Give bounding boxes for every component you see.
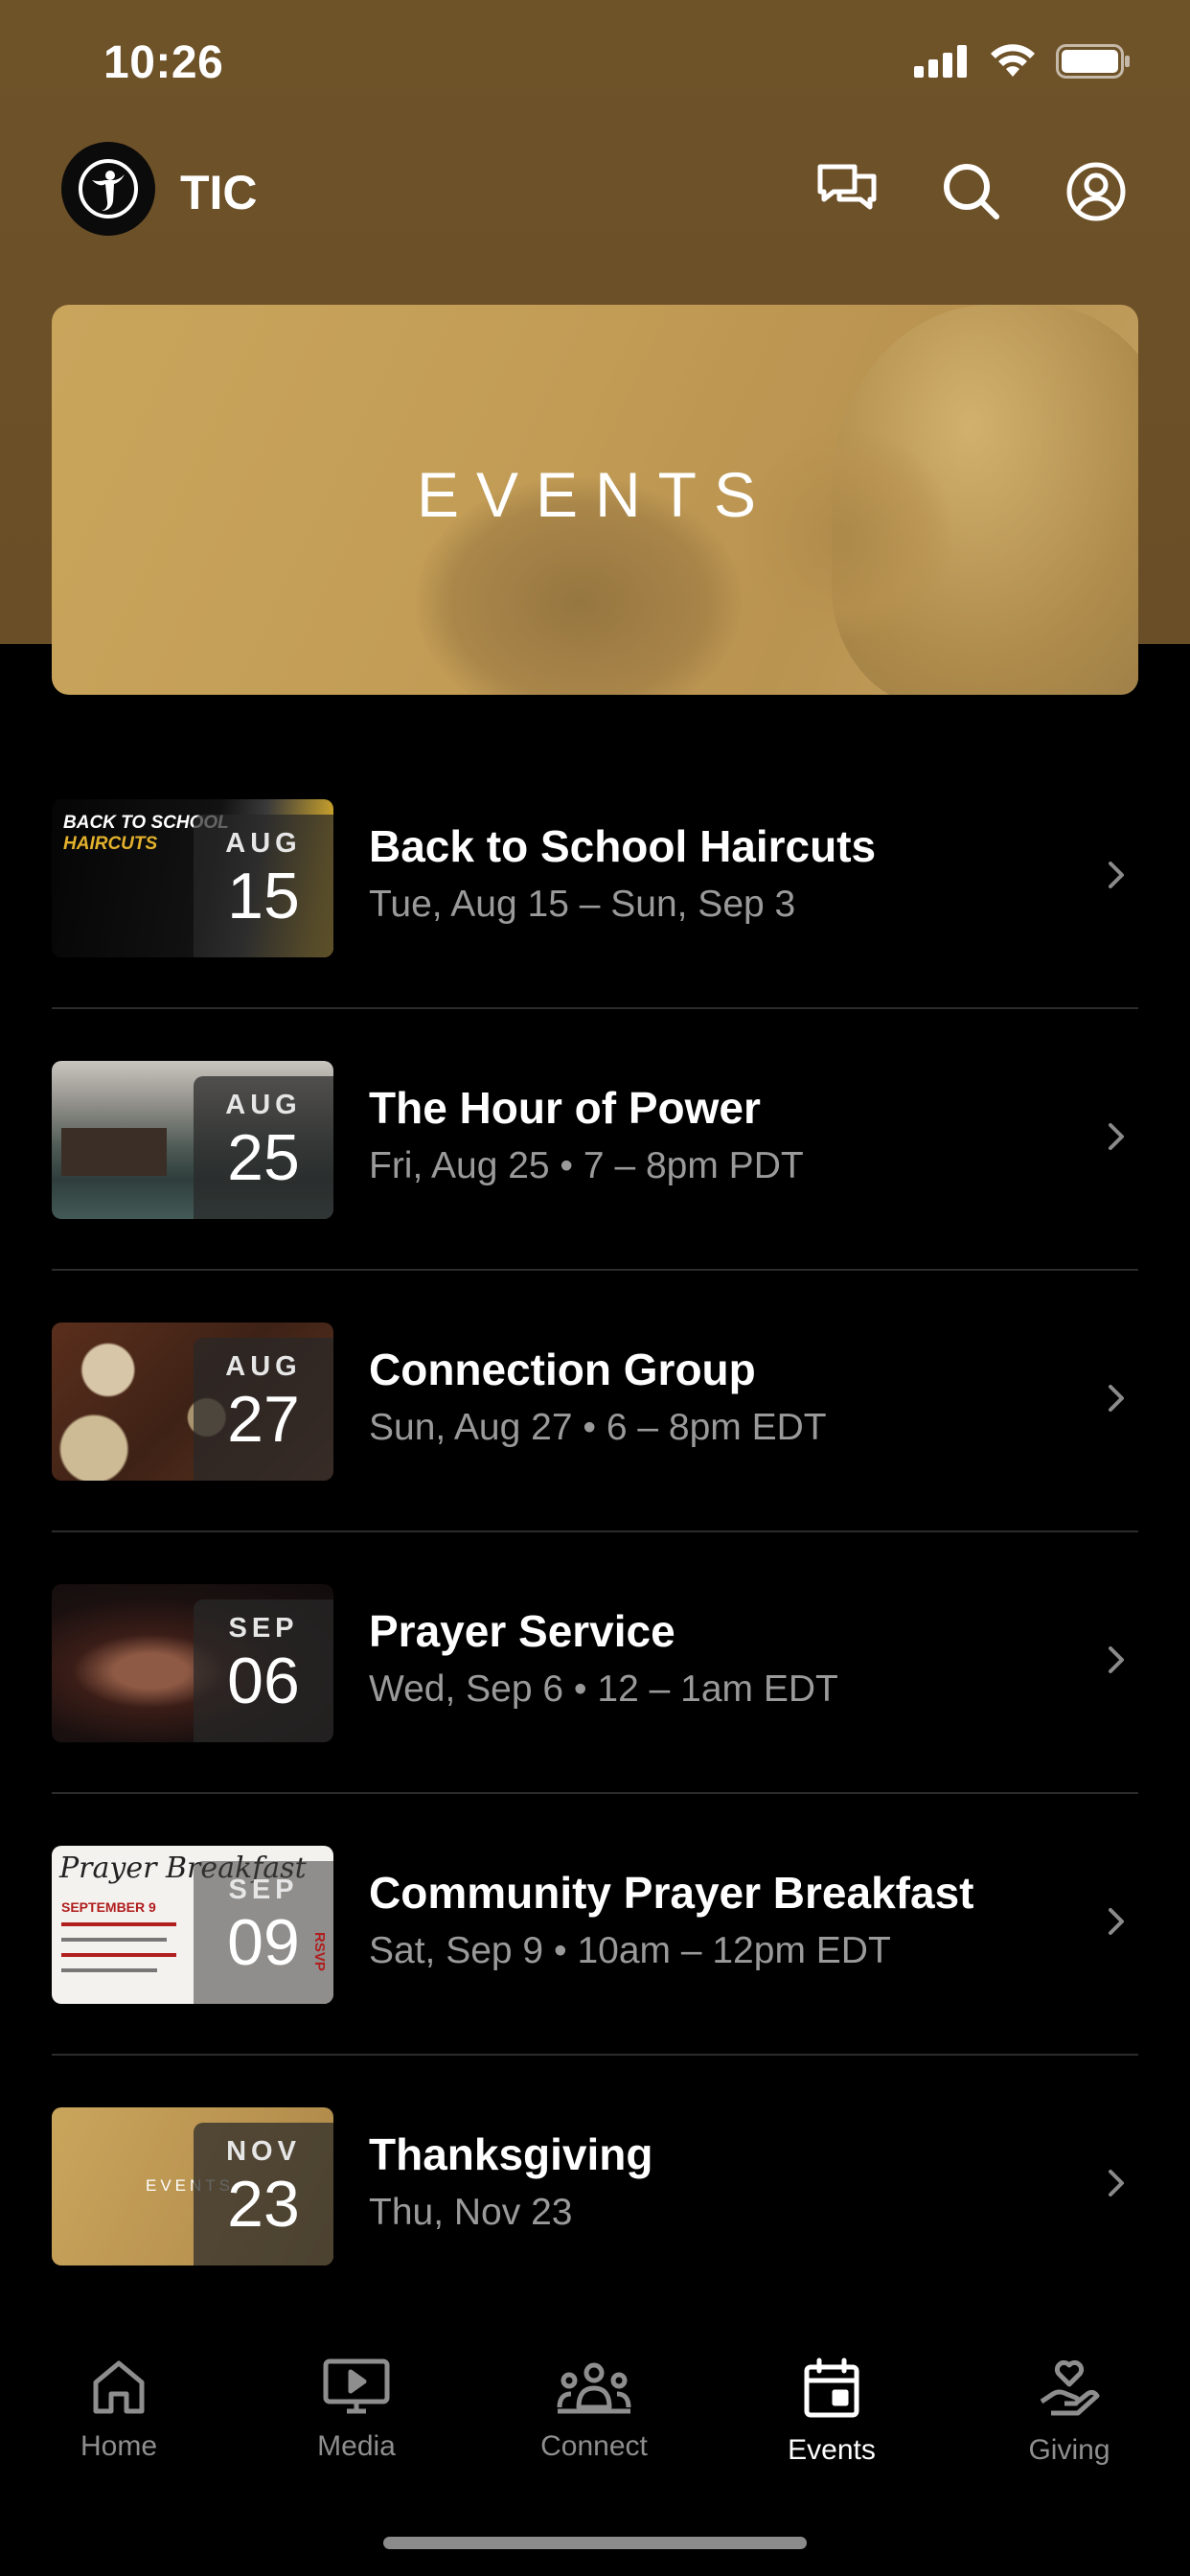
event-row[interactable]: Prayer Breakfast SEPTEMBER 9 SEP 09 RSVP… xyxy=(52,1794,1138,2056)
banner-title: EVENTS xyxy=(416,458,774,530)
chevron-right-icon xyxy=(1109,2170,1124,2196)
badge-month: NOV xyxy=(226,2136,301,2167)
event-title: Community Prayer Breakfast xyxy=(369,1868,974,1918)
event-row[interactable]: SEP 06 Prayer Service Wed, Sep 6 • 12 – … xyxy=(52,1532,1138,1794)
chevron-right-icon xyxy=(1109,1646,1124,1673)
event-thumbnail: BACK TO SCHOOL HAIRCUTS AUG 15 xyxy=(52,799,333,957)
date-badge: AUG 25 xyxy=(194,1076,333,1219)
logo-icon[interactable] xyxy=(61,142,155,236)
badge-month: AUG xyxy=(225,1351,302,1382)
media-icon xyxy=(323,2358,390,2414)
badge-day: 25 xyxy=(227,1121,300,1194)
date-badge: NOV 23 xyxy=(194,2123,333,2266)
event-title: Back to School Haircuts xyxy=(369,821,877,871)
event-title: Connection Group xyxy=(369,1345,756,1394)
event-text: Connection Group Sun, Aug 27 • 6 – 8pm E… xyxy=(369,1344,1078,1449)
status-time: 10:26 xyxy=(103,37,224,88)
status-icons xyxy=(914,44,1131,79)
tab-giving[interactable]: Giving xyxy=(973,2358,1165,2467)
event-date: Fri, Aug 25 • 7 – 8pm PDT xyxy=(369,1145,804,1186)
profile-icon[interactable] xyxy=(1052,148,1140,236)
home-indicator xyxy=(383,2537,807,2549)
event-text: Community Prayer Breakfast Sat, Sep 9 • … xyxy=(369,1867,1078,1972)
event-title: The Hour of Power xyxy=(369,1083,761,1133)
tab-label: Media xyxy=(317,2430,396,2462)
app-header: TIC xyxy=(0,134,1190,249)
connect-icon xyxy=(557,2362,631,2414)
date-badge: AUG 15 xyxy=(194,815,333,957)
badge-day: 27 xyxy=(227,1383,300,1456)
event-title: Thanksgiving xyxy=(369,2129,653,2179)
event-row[interactable]: BACK TO SCHOOL HAIRCUTS AUG 15 Back to S… xyxy=(52,748,1138,1009)
badge-day: 15 xyxy=(227,860,300,932)
event-thumbnail: SEP 06 xyxy=(52,1584,333,1742)
event-text: The Hour of Power Fri, Aug 25 • 7 – 8pm … xyxy=(369,1082,1078,1187)
badge-month: SEP xyxy=(228,1613,299,1644)
search-icon[interactable] xyxy=(927,148,1016,236)
battery-icon xyxy=(1056,44,1130,79)
events-list: BACK TO SCHOOL HAIRCUTS AUG 15 Back to S… xyxy=(52,748,1138,2317)
chevron-right-icon xyxy=(1109,1123,1124,1150)
event-row[interactable]: AUG 25 The Hour of Power Fri, Aug 25 • 7… xyxy=(52,1009,1138,1271)
app-name: TIC xyxy=(180,166,258,219)
event-thumbnail: Prayer Breakfast SEPTEMBER 9 SEP 09 RSVP xyxy=(52,1846,333,2004)
tab-label: Giving xyxy=(1028,2434,1110,2466)
date-badge: SEP 06 xyxy=(194,1599,333,1742)
chevron-right-icon xyxy=(1109,1908,1124,1935)
badge-day: 09 xyxy=(227,1906,300,1979)
event-date: Wed, Sep 6 • 12 – 1am EDT xyxy=(369,1668,838,1710)
date-badge: AUG 27 xyxy=(194,1338,333,1481)
event-title: Prayer Service xyxy=(369,1606,675,1656)
tab-label: Home xyxy=(80,2430,158,2462)
tab-home[interactable]: Home xyxy=(23,2358,215,2463)
badge-day: 23 xyxy=(227,2168,300,2241)
home-icon xyxy=(93,2360,145,2414)
tab-label: Connect xyxy=(540,2430,648,2462)
chevron-right-icon xyxy=(1109,1385,1124,1412)
giving-icon xyxy=(1040,2359,1100,2416)
event-date: Thu, Nov 23 xyxy=(369,2192,573,2233)
badge-month: SEP xyxy=(228,1874,299,1905)
event-row[interactable]: AUG 27 Connection Group Sun, Aug 27 • 6 … xyxy=(52,1271,1138,1532)
events-banner: EVENTS xyxy=(52,305,1138,695)
chevron-right-icon xyxy=(1109,862,1124,888)
status-bar: 10:26 xyxy=(0,0,1190,134)
badge-month: AUG xyxy=(225,1090,302,1120)
event-date: Sat, Sep 9 • 10am – 12pm EDT xyxy=(369,1930,891,1971)
signal-icon xyxy=(914,45,967,78)
badge-month: AUG xyxy=(225,828,302,859)
thumb-text: RSVP xyxy=(311,1932,328,1971)
event-thumbnail: AUG 25 xyxy=(52,1061,333,1219)
chat-icon[interactable] xyxy=(803,148,891,236)
event-thumbnail: EVENTS NOV 23 xyxy=(52,2107,333,2266)
wifi-icon xyxy=(991,44,1035,77)
event-text: Thanksgiving Thu, Nov 23 xyxy=(369,2128,1078,2234)
event-text: Back to School Haircuts Tue, Aug 15 – Su… xyxy=(369,820,1078,926)
event-thumbnail: AUG 27 xyxy=(52,1322,333,1481)
header-actions xyxy=(803,148,1140,236)
tab-media[interactable]: Media xyxy=(261,2358,452,2463)
event-text: Prayer Service Wed, Sep 6 • 12 – 1am EDT xyxy=(369,1605,1078,1711)
badge-day: 06 xyxy=(227,1644,300,1717)
event-row[interactable]: EVENTS NOV 23 Thanksgiving Thu, Nov 23 xyxy=(52,2056,1138,2317)
event-date: Sun, Aug 27 • 6 – 8pm EDT xyxy=(369,1407,827,1448)
event-date: Tue, Aug 15 – Sun, Sep 3 xyxy=(369,884,796,925)
tab-events[interactable]: Events xyxy=(736,2358,927,2467)
tab-connect[interactable]: Connect xyxy=(498,2358,690,2463)
events-icon xyxy=(804,2358,859,2418)
tab-label: Events xyxy=(788,2434,876,2466)
thumb-text: SEPTEMBER 9 xyxy=(61,1899,156,1915)
